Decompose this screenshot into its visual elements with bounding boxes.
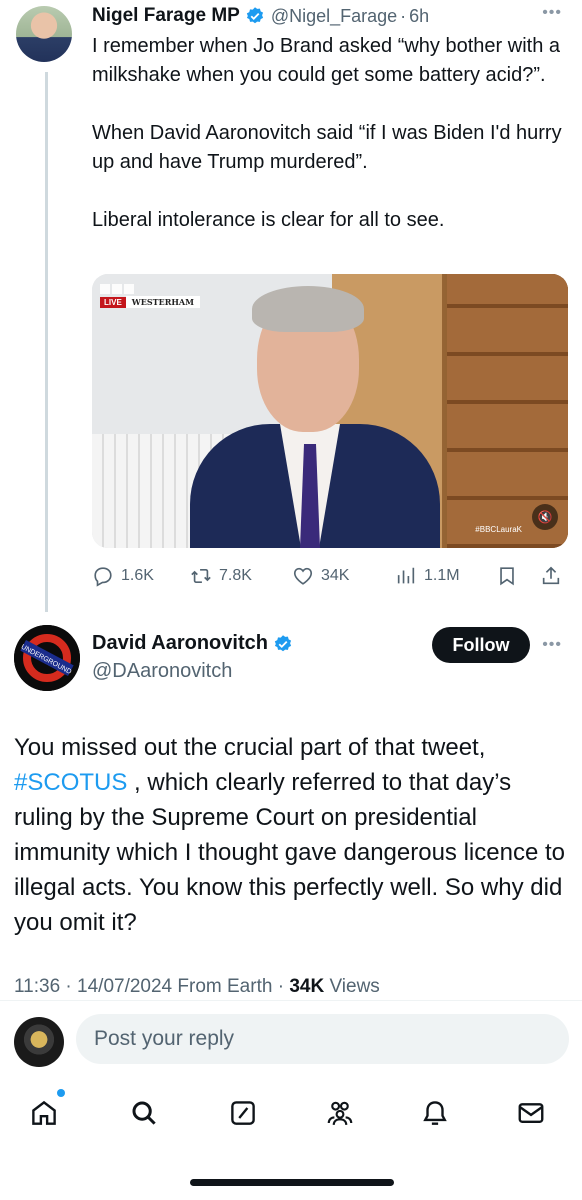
reply-icon <box>94 567 112 587</box>
repost-icon <box>191 568 211 584</box>
tweet-text-part: You missed out the crucial part of that … <box>14 734 486 761</box>
separator-dot: · <box>65 976 78 997</box>
avatar[interactable]: UNDERGROUND <box>14 625 80 691</box>
reply-input[interactable] <box>76 1014 569 1064</box>
divider <box>0 1000 582 1001</box>
author-handle[interactable]: @Nigel_Farage <box>271 6 397 27</box>
tweet-paragraph: I remember when Jo Brand asked “why both… <box>92 35 560 86</box>
home-indicator <box>190 1179 394 1186</box>
views-label: Views <box>329 976 380 997</box>
tweet-date[interactable]: 14/07/2024 <box>77 976 172 997</box>
bottom-nav <box>0 1090 582 1140</box>
share-button[interactable] <box>540 565 569 587</box>
reply-button[interactable]: 1.6K <box>92 565 154 587</box>
underground-roundel-icon: UNDERGROUND <box>14 625 80 691</box>
nav-communities[interactable] <box>323 1096 357 1130</box>
author-name[interactable]: Nigel Farage MP <box>92 5 240 27</box>
views-count: 1.1M <box>424 567 460 584</box>
home-icon <box>32 1100 56 1125</box>
views-chart-icon <box>397 567 415 584</box>
verified-badge-icon <box>246 7 263 24</box>
tweet-header: Nigel Farage MP @Nigel_Farage · 6h <box>92 4 429 28</box>
nav-messages[interactable] <box>514 1096 548 1130</box>
hashtag-link[interactable]: #SCOTUS <box>14 769 127 796</box>
reply-count: 1.6K <box>121 567 154 584</box>
repost-button[interactable]: 7.8K <box>190 565 252 587</box>
nav-search[interactable] <box>127 1096 161 1130</box>
avatar[interactable] <box>16 6 72 62</box>
location-label: WESTERHAM <box>125 296 200 308</box>
live-banner: LIVE WESTERHAM <box>100 296 200 308</box>
like-count: 34K <box>321 567 350 584</box>
thread-line <box>45 72 48 612</box>
video-person-hair <box>252 286 364 332</box>
bookmark-icon <box>500 567 514 586</box>
more-options-icon[interactable]: ••• <box>542 4 562 22</box>
tweet-paragraph: Liberal intolerance is clear for all to … <box>92 209 445 231</box>
separator-dot: · <box>277 976 290 997</box>
heart-icon <box>293 567 313 585</box>
nav-home[interactable] <box>27 1096 61 1130</box>
tweet-actions: 1.6K 7.8K 34K 1.1M <box>92 562 568 590</box>
like-button[interactable]: 34K <box>292 565 349 587</box>
author-handle[interactable]: @DAaronovitch <box>92 660 232 683</box>
separator-dot: · <box>400 5 407 26</box>
author-name[interactable]: David Aaronovitch <box>92 632 268 655</box>
tweet-paragraph: When David Aaronovitch said “if I was Bi… <box>92 122 562 173</box>
bookmark-button[interactable] <box>496 565 525 587</box>
parent-tweet[interactable]: Nigel Farage MP @Nigel_Farage · 6h ••• I… <box>0 0 582 612</box>
follow-button[interactable]: Follow <box>432 627 530 663</box>
repost-count: 7.8K <box>219 567 252 584</box>
tweet-meta: 11:36 · 14/07/2024 From Earth · 34K View… <box>14 976 380 998</box>
bell-icon <box>423 1101 447 1125</box>
search-icon <box>132 1101 156 1125</box>
live-label: LIVE <box>100 296 126 308</box>
views-button[interactable]: 1.1M <box>395 565 460 587</box>
my-avatar[interactable] <box>14 1017 64 1067</box>
share-icon <box>542 566 560 585</box>
speaker-muted-icon[interactable]: 🔇 <box>532 504 558 530</box>
tweet-text: I remember when Jo Brand asked “why both… <box>92 32 562 264</box>
bbc-logo-icon <box>100 284 134 294</box>
tweet-time[interactable]: 6h <box>409 6 429 27</box>
tweet-text: You missed out the crucial part of that … <box>14 730 570 940</box>
tweet-time[interactable]: 11:36 <box>14 976 60 997</box>
more-options-icon[interactable]: ••• <box>542 636 562 654</box>
nav-grok[interactable] <box>226 1096 260 1130</box>
communities-icon <box>327 1101 353 1125</box>
tweet-header: David Aaronovitch <box>92 632 293 655</box>
video-player[interactable]: LIVE WESTERHAM #BBCLauraK 🔇 <box>92 274 568 548</box>
views-count: 34K <box>289 976 325 997</box>
grok-icon <box>231 1101 255 1125</box>
video-watermark: #BBCLauraK <box>475 525 522 534</box>
verified-badge-icon <box>274 634 292 651</box>
nav-notifications[interactable] <box>418 1096 452 1130</box>
tweet-source: From Earth <box>177 976 273 997</box>
mail-icon <box>518 1103 544 1123</box>
